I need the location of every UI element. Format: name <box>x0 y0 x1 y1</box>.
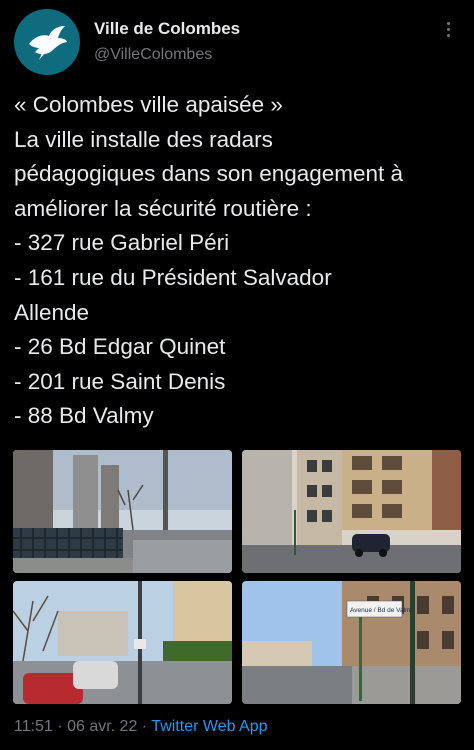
tweet-line: - 161 rue du Président Salvador <box>14 264 332 290</box>
photo-street-sign[interactable]: Avenue / Bd de Valmy <box>242 581 461 704</box>
tweet-line: - 88 Bd Valmy <box>14 403 154 429</box>
tweet-header: Ville de Colombes @VilleColombes <box>0 0 474 80</box>
tweet-line: améliorer la sécurité routière : <box>14 195 312 221</box>
photo-apartment-car[interactable] <box>242 450 461 573</box>
more-options-icon[interactable] <box>441 20 455 42</box>
tweet-text: « Colombes ville apaisée » La ville inst… <box>14 88 466 434</box>
photo-street-fence[interactable] <box>13 450 232 573</box>
meta-separator: · <box>137 718 152 735</box>
dove-logo-icon <box>29 26 67 60</box>
street-sign-text: Avenue / Bd de Valmy <box>350 607 414 614</box>
tweet-line: pédagogiques dans son engagement à <box>14 161 404 187</box>
tweet-line: - 327 rue Gabriel Péri <box>14 230 230 256</box>
photo-grid: Avenue / Bd de Valmy <box>13 450 461 704</box>
source-app-link[interactable]: Twitter Web App <box>151 718 267 735</box>
tweet-time[interactable]: 11:51 <box>14 718 53 735</box>
tweet-line: - 201 rue Saint Denis <box>14 368 226 394</box>
tweet-line: - 26 Bd Edgar Quinet <box>14 334 226 360</box>
tweet-line: La ville installe des radars <box>14 126 273 152</box>
photo-street-cars[interactable] <box>13 581 232 704</box>
tweet-meta: 11:51 · 06 avr. 22 · Twitter Web App <box>14 718 268 736</box>
tweet-line: « Colombes ville apaisée » <box>14 92 283 117</box>
tweet-line: Allende <box>14 299 90 325</box>
account-name[interactable]: Ville de Colombes <box>94 19 240 39</box>
tweet-date[interactable]: 06 avr. 22 <box>67 718 137 735</box>
avatar[interactable] <box>14 9 80 75</box>
account-handle[interactable]: @VilleColombes <box>94 46 212 64</box>
meta-separator: · <box>52 718 68 735</box>
